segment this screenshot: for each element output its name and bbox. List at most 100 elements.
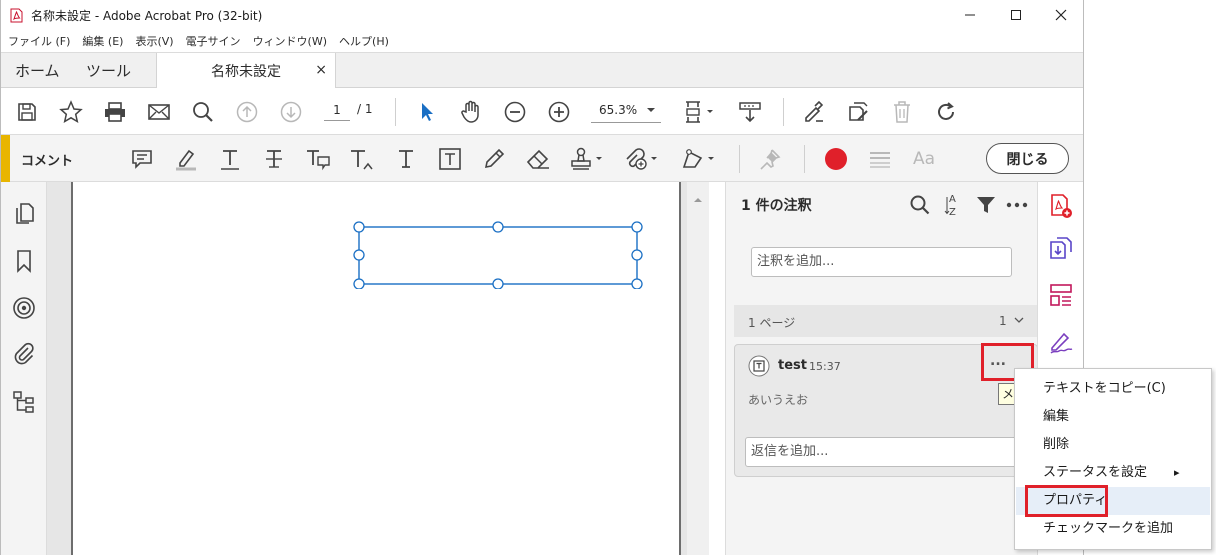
create-pdf-icon (1051, 194, 1072, 218)
save-button[interactable] (14, 99, 40, 125)
select-tool-button[interactable] (414, 99, 440, 125)
combine-files-icon (1050, 237, 1072, 259)
menu-file[interactable]: ファイル (F) (8, 33, 70, 49)
color-picker-button[interactable] (823, 146, 849, 172)
menu-window[interactable]: ウィンドウ(W) (253, 33, 327, 49)
search-button[interactable] (190, 99, 216, 125)
menu-help[interactable]: ヘルプ(H) (339, 33, 389, 49)
mail-icon (148, 104, 170, 120)
rotate-icon (938, 102, 954, 120)
page-display-button[interactable] (681, 99, 717, 125)
menu-item-set-status[interactable]: ステータスを設定 ▸ (1016, 459, 1210, 487)
sticky-note-icon (132, 150, 152, 169)
strikethrough-button[interactable] (261, 146, 287, 172)
structure-tree-button[interactable] (11, 389, 37, 415)
draw-pencil-button[interactable] (481, 146, 507, 172)
tab-home[interactable]: ホーム (15, 53, 60, 88)
menu-item-copy-text[interactable]: テキストをコピー(C) (1016, 375, 1210, 403)
page-group-header[interactable]: 1 ページ 1 (734, 305, 1038, 337)
main-toolbar (1, 88, 1083, 135)
combine-files-button[interactable] (1048, 235, 1074, 263)
sort-az-icon: AZ (944, 194, 956, 218)
highlighter-icon (176, 149, 196, 171)
left-nav-panel (1, 182, 47, 555)
search-icon (193, 102, 213, 122)
add-comment-input[interactable]: 注釈を追加... (751, 247, 1012, 277)
pdf-page[interactable] (71, 182, 681, 555)
organize-pages-button[interactable] (1048, 281, 1074, 309)
line-width-icon (870, 152, 890, 168)
menu-item-delete[interactable]: 削除 (1016, 431, 1210, 459)
line-width-button[interactable] (867, 146, 893, 172)
menu-esign[interactable]: 電子サイン (186, 33, 241, 49)
menu-edit[interactable]: 編集 (E) (82, 33, 123, 49)
reply-input[interactable]: 返信を追加... (745, 437, 1035, 467)
minimize-button[interactable] (947, 0, 993, 30)
prev-page-button[interactable] (234, 99, 260, 125)
panel-more-button[interactable] (1005, 192, 1029, 218)
scroll-mode-button[interactable] (737, 99, 763, 125)
bookmarks-button[interactable] (11, 248, 37, 274)
edit-pdf-button[interactable] (845, 99, 871, 125)
comment-search-button[interactable] (908, 192, 932, 218)
insert-text-button[interactable] (349, 146, 375, 172)
eraser-button[interactable] (525, 146, 551, 172)
fill-sign-button[interactable] (801, 99, 827, 125)
maximize-button[interactable] (993, 0, 1039, 30)
tab-tools[interactable]: ツール (86, 53, 131, 88)
zoom-out-icon (504, 101, 526, 123)
close-comment-button[interactable]: 閉じる (986, 143, 1069, 174)
attach-file-button[interactable] (623, 146, 659, 172)
shapes-icon (682, 149, 714, 168)
text-box-button[interactable] (437, 146, 463, 172)
highlight-properties-item (1025, 485, 1108, 517)
next-page-button[interactable] (278, 99, 304, 125)
tab-document[interactable]: 名称未設定 × (156, 53, 336, 89)
replace-text-button[interactable] (305, 146, 331, 172)
bookmark-star-button[interactable] (58, 99, 84, 125)
rotate-button[interactable] (933, 99, 959, 125)
attachments-button[interactable] (11, 341, 37, 367)
sort-button[interactable]: AZ (942, 192, 966, 218)
create-pdf-button[interactable] (1048, 192, 1074, 220)
font-size-button[interactable]: Aa (909, 146, 939, 172)
fill-and-sign-button[interactable] (1048, 328, 1074, 356)
toolbar-divider (783, 98, 784, 126)
comment-toolbar-divider (804, 145, 805, 173)
document-scrollbar[interactable] (687, 182, 709, 555)
tab-close-icon[interactable]: × (315, 62, 327, 78)
title-bar: 名称未設定 - Adobe Acrobat Pro (32-bit) (1, 0, 1083, 30)
document-view (47, 182, 709, 555)
zoom-out-button[interactable] (502, 99, 528, 125)
more-horizontal-icon (1006, 202, 1028, 208)
page-group-count: 1 (999, 314, 1007, 328)
highlight-button[interactable] (173, 146, 199, 172)
stamp-button[interactable] (569, 146, 605, 172)
print-button[interactable] (102, 99, 128, 125)
page-layout-icon (686, 101, 713, 123)
close-window-button[interactable] (1038, 0, 1084, 30)
email-button[interactable] (146, 99, 172, 125)
zoom-select[interactable]: 65.3% (591, 97, 661, 123)
add-text-button[interactable] (393, 146, 419, 172)
accessibility-button[interactable] (11, 295, 37, 321)
tooltip: メ (998, 383, 1015, 405)
page-number-input[interactable]: 1 (324, 99, 350, 121)
svg-text:Z: Z (949, 207, 956, 218)
menu-item-add-checkmark[interactable]: チェックマークを追加 (1016, 515, 1210, 543)
pin-button[interactable] (757, 146, 783, 172)
text-box-annotation[interactable] (353, 221, 643, 289)
cursor-arrow-icon (422, 103, 433, 121)
menu-item-edit[interactable]: 編集 (1016, 403, 1210, 431)
tab-document-label: 名称未設定 (211, 64, 281, 80)
delete-button[interactable] (889, 99, 915, 125)
page-thumbnails-button[interactable] (11, 200, 37, 226)
bookmark-icon (17, 250, 31, 273)
sticky-note-button[interactable] (129, 146, 155, 172)
filter-button[interactable] (974, 192, 998, 218)
menu-view[interactable]: 表示(V) (135, 33, 173, 49)
zoom-in-button[interactable] (546, 99, 572, 125)
underline-text-button[interactable] (217, 146, 243, 172)
shapes-button[interactable] (680, 146, 716, 172)
hand-tool-button[interactable] (458, 99, 484, 125)
